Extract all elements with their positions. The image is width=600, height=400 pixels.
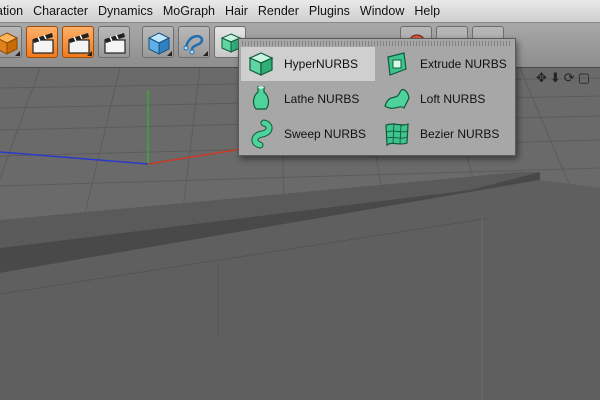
nurbs-popup-palette: HyperNURBS Extrude NURBS Lathe NURBS Lof…: [238, 38, 516, 156]
submenu-corner-icon: [167, 51, 172, 56]
menu-character[interactable]: Character: [33, 4, 98, 18]
viewport-nav-icons: ✥ ⬇ ⟳ ▢: [536, 70, 590, 86]
maximize-view-icon[interactable]: ▢: [578, 70, 590, 86]
hypernurbs-icon: [248, 52, 274, 76]
menu-item-label: Bezier NURBS: [420, 127, 500, 141]
cube-orange-button[interactable]: [0, 26, 22, 58]
menu-item-bezier-nurbs[interactable]: Bezier NURBS: [377, 117, 511, 151]
clapboard-render-settings-icon: [104, 33, 126, 54]
menu-plugins[interactable]: Plugins: [309, 4, 360, 18]
menu-bar: ation Character Dynamics MoGraph Hair Re…: [0, 0, 600, 23]
down-arrow-icon[interactable]: ⬇: [550, 70, 561, 86]
rotate-view-icon[interactable]: ⟳: [564, 70, 575, 86]
menu-window[interactable]: Window: [360, 4, 414, 18]
submenu-corner-icon: [203, 51, 208, 56]
clapboard-render-view-icon: [32, 33, 54, 54]
menu-item-loft-nurbs[interactable]: Loft NURBS: [377, 82, 511, 116]
menu-item-extrude-nurbs[interactable]: Extrude NURBS: [377, 47, 511, 81]
menu-render[interactable]: Render: [258, 4, 309, 18]
menu-item-label: Lathe NURBS: [284, 92, 360, 106]
loft-nurbs-icon: [384, 88, 410, 110]
menu-mograph[interactable]: MoGraph: [163, 4, 225, 18]
menu-item-label: Loft NURBS: [420, 92, 486, 106]
menu-item-label: Extrude NURBS: [420, 57, 507, 71]
menu-dynamics[interactable]: Dynamics: [98, 4, 163, 18]
spline-pen-button[interactable]: [178, 26, 210, 58]
render-settings-button[interactable]: [98, 26, 130, 58]
render-view-button[interactable]: [26, 26, 58, 58]
menu-animation[interactable]: ation: [0, 4, 33, 18]
menu-item-lathe-nurbs[interactable]: Lathe NURBS: [241, 82, 375, 116]
submenu-corner-icon: [87, 51, 92, 56]
menu-hair[interactable]: Hair: [225, 4, 258, 18]
cube-primitive-button[interactable]: [142, 26, 174, 58]
bezier-nurbs-icon: [385, 122, 409, 147]
menu-item-label: Sweep NURBS: [284, 127, 367, 141]
menu-help[interactable]: Help: [414, 4, 450, 18]
submenu-corner-icon: [15, 51, 20, 56]
menu-item-label: HyperNURBS: [284, 57, 359, 71]
menu-item-sweep-nurbs[interactable]: Sweep NURBS: [241, 117, 375, 151]
menu-item-hypernurbs[interactable]: HyperNURBS: [241, 47, 375, 81]
move-view-icon[interactable]: ✥: [536, 70, 547, 86]
render-picture-button[interactable]: [62, 26, 94, 58]
lathe-nurbs-icon: [252, 86, 270, 110]
palette-grip[interactable]: [242, 41, 512, 46]
sweep-nurbs-icon: [251, 119, 273, 149]
extrude-nurbs-icon: [387, 52, 407, 76]
